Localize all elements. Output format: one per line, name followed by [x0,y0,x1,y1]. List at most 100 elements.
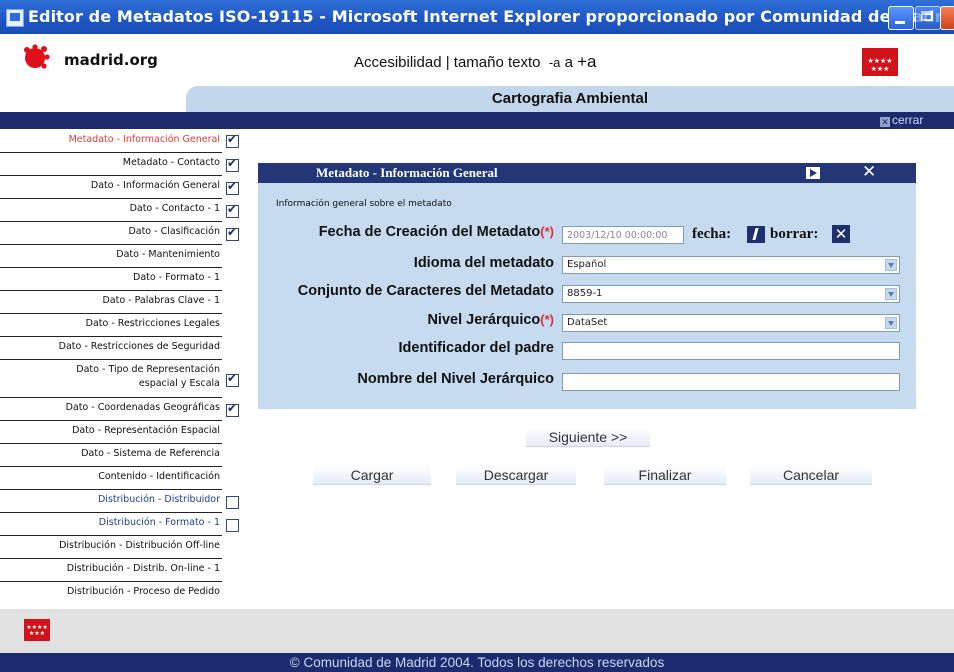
window-title: Editor de Metadatos ISO-19115 - Microsof… [28,7,954,26]
sidebar-item-dato-clasificacion[interactable]: Dato - Clasificación [0,222,239,245]
delete-icon[interactable]: ✕ [832,225,850,243]
sidebar-item-distribucion-distribuidor[interactable]: Distribución - Distribuidor [0,490,239,513]
chevron-down-icon [885,288,897,300]
checkbox-icon[interactable] [226,156,239,172]
panel-subtitle: Información general sobre el metadato [276,199,452,209]
calendar-icon[interactable] [747,226,765,243]
nivel-jerarquico-select[interactable]: DataSet [562,314,900,332]
sidebar-item-label: Metadato - Información General [68,134,220,145]
checkbox-icon[interactable] [226,202,239,218]
next-button[interactable]: Siguiente >> [526,428,650,447]
panel-title: Metadato - Información General [316,165,498,180]
sidebar-item-dato-tipo-representacion[interactable]: Dato - Tipo de Representación espacial y… [0,360,239,398]
play-icon[interactable] [806,167,820,179]
window-titlebar: Editor de Metadatos ISO-19115 - Microsof… [0,0,954,34]
sidebar-item-metadato-info-general[interactable]: Metadato - Información General [0,130,239,153]
comunidad-madrid-flag-icon[interactable]: ★★★★ ★★★ [862,48,898,76]
sidebar-item-dato-restricciones-seguridad[interactable]: Dato - Restricciones de Seguridad [0,337,222,360]
finish-button[interactable]: Finalizar [604,466,726,485]
checkbox-icon[interactable] [226,371,239,387]
cerrar-link[interactable]: ✕ cerrar [880,113,923,127]
sidebar-item-dato-mantenimiento[interactable]: Dato - Mantenimiento [0,245,222,268]
nombre-nivel-input[interactable] [562,373,900,391]
accessibility-bar: Accesibilidad | tamaño texto -a a +a [354,52,596,72]
checkbox-icon[interactable] [226,519,239,532]
panel-header: Metadato - Información General ✕ [258,162,916,183]
close-icon[interactable] [940,6,954,30]
comunidad-madrid-flag-icon[interactable]: ★★★★ ★★★ [24,619,50,641]
footer: © Comunidad de Madrid 2004. Todos los de… [0,653,954,672]
text-size-normal[interactable]: a [565,54,573,71]
required-marker: (*) [540,224,554,239]
idioma-label: Idioma del metadato [413,255,554,271]
minimize-icon[interactable] [888,6,914,30]
borrar-label: borrar: [770,226,819,242]
sidebar-item-distribucion-pedido[interactable]: Distribución - Proceso de Pedido [0,582,222,605]
sidebar-item-dato-formato[interactable]: Dato - Formato - 1 [0,268,222,291]
sidebar-item-label: Distribución - Distribución Off-line [59,540,220,551]
checkbox-icon[interactable] [226,401,239,417]
sidebar-item-label: Metadato - Contacto [122,157,220,168]
nivel-value: DataSet [567,317,608,328]
site-name: madrid.org [64,51,158,69]
app-icon [6,9,24,27]
checkbox-icon[interactable] [226,179,239,195]
charset-label: Conjunto de Caracteres del Metadato [297,283,554,299]
close-small-icon: ✕ [880,117,890,127]
sidebar-item-label: Distribución - Distribuidor [97,494,220,505]
identificador-padre-label: Identificador del padre [398,340,555,356]
accessibility-text[interactable]: Accesibilidad | tamaño texto [354,54,541,71]
idioma-value: Español [567,259,607,270]
sidebar-item-label: Dato - Restricciones de Seguridad [58,341,220,352]
sidebar-item-metadato-contacto[interactable]: Metadato - Contacto [0,153,239,176]
identificador-padre-input[interactable] [562,342,900,360]
chevron-down-icon [885,317,897,329]
sidebar-item-distribucion-on-line[interactable]: Distribución - Distrib. On-line - 1 [0,559,222,582]
form-panel: Metadato - Información General ✕ Informa… [258,162,916,409]
required-marker: (*) [540,312,554,327]
sidebar-item-label: Dato - Restricciones Legales [85,318,220,329]
sidebar-item-distribucion-formato[interactable]: Distribución - Formato - 1 [0,513,239,536]
sidebar-item-label: Dato - Información General [90,180,220,191]
sidebar-item-label: Contenido - Identificación [98,471,220,482]
charset-value: 8859-1 [567,288,603,299]
nav-bar [0,112,954,129]
sidebar-item-dato-palabras-clave[interactable]: Dato - Palabras Clave - 1 [0,291,222,314]
sidebar-item-label: Dato - Palabras Clave - 1 [102,295,220,306]
download-button[interactable]: Descargar [456,466,576,485]
checkbox-icon[interactable] [226,225,239,241]
cerrar-label: cerrar [892,113,924,127]
sidebar-item-dato-coordenadas[interactable]: Dato - Coordenadas Geográficas [0,398,239,421]
close-icon[interactable]: ✕ [862,162,876,182]
fecha-creacion-field[interactable]: 2003/12/10 00:00:00 [562,226,684,244]
sidebar-item-label: Dato - Mantenimiento [116,249,220,260]
sidebar-item-label: Distribución - Distrib. On-line - 1 [66,563,220,574]
sidebar: Metadato - Información General Metadato … [0,130,250,605]
section-title: Cartografia Ambiental [491,90,649,107]
sidebar-item-label: Dato - Clasificación [128,226,220,237]
sidebar-item-label: Dato - Contacto - 1 [129,203,220,214]
checkbox-icon[interactable] [226,496,239,509]
footer-band [0,609,954,653]
sidebar-item-contenido-identificacion[interactable]: Contenido - Identificación [0,467,222,490]
load-button[interactable]: Cargar [313,466,431,485]
sidebar-item-dato-sistema-referencia[interactable]: Dato - Sistema de Referencia [0,444,222,467]
cancel-button[interactable]: Cancelar [750,466,872,485]
sidebar-item-dato-contacto[interactable]: Dato - Contacto - 1 [0,199,239,222]
idioma-select[interactable]: Español [562,256,900,274]
checkbox-icon[interactable] [226,132,239,148]
nombre-nivel-label: Nombre del Nivel Jerárquico [357,371,554,387]
maximize-icon[interactable] [915,6,941,30]
charset-select[interactable]: 8859-1 [562,285,900,303]
chevron-down-icon [885,259,897,271]
sidebar-item-dato-representacion-espacial[interactable]: Dato - Representación Espacial [0,421,222,444]
sidebar-item-distribucion-off-line[interactable]: Distribución - Distribución Off-line [0,536,222,559]
sidebar-item-dato-restricciones-legales[interactable]: Dato - Restricciones Legales [0,314,222,337]
sidebar-item-label: Dato - Representación Espacial [72,425,220,436]
text-size-larger[interactable]: +a [577,52,596,71]
copyright-text: © Comunidad de Madrid 2004. Todos los de… [289,655,665,670]
fecha-creacion-label: Fecha de Creación del Metadato(*) [318,224,554,240]
text-size-smaller[interactable]: -a [549,55,561,70]
section-band: Cartografia Ambiental [186,86,954,112]
sidebar-item-dato-info-general[interactable]: Dato - Información General [0,176,239,199]
